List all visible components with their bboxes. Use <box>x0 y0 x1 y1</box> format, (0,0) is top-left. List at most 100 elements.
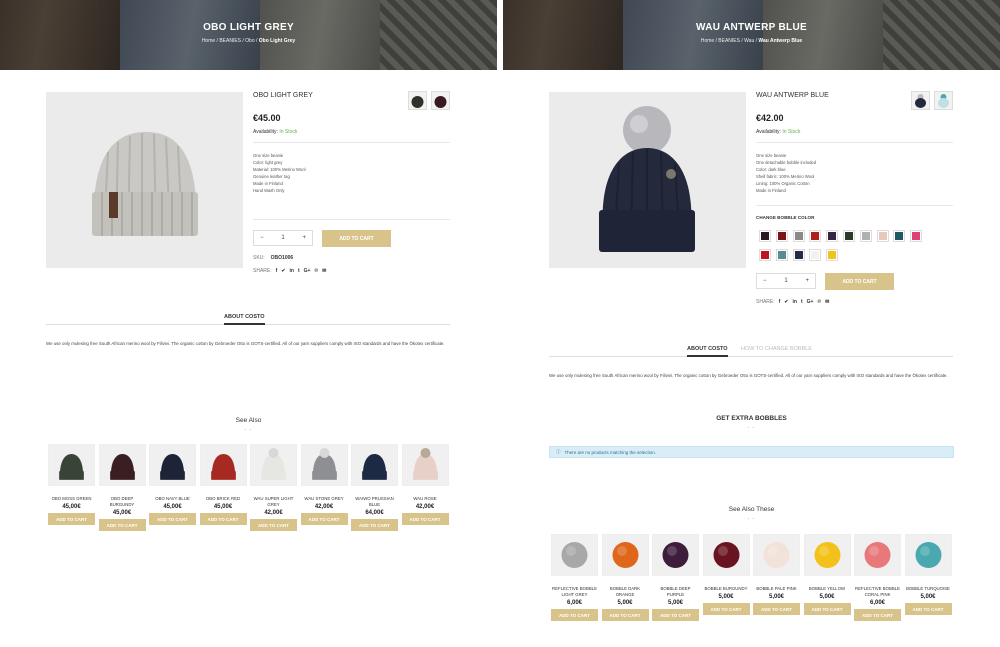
product-card[interactable]: REFLECTIVE BOBBLE CORAL PINK 6,00€ ADD TO … <box>854 534 901 621</box>
product-card-name[interactable]: OBO BRICK RED <box>200 496 247 502</box>
product-card[interactable]: BOBBLE YELLOW 5,00€ ADD TO CART <box>803 534 851 615</box>
bobble-color-swatch[interactable] <box>775 230 788 242</box>
bobble-color-swatch[interactable] <box>759 249 771 261</box>
product-card[interactable]: BOBBLE PALE PINK 5,00€ ADD TO CART <box>753 534 800 615</box>
product-card[interactable]: WAU SUPER LIGHT GREY 42,00€ ADD TO CART <box>250 444 297 531</box>
product-card-image[interactable] <box>199 444 247 486</box>
email-icon[interactable]: ✉ <box>825 299 829 305</box>
product-card-name[interactable]: REFLECTIVE BOBBLE CORAL PINK <box>854 586 901 598</box>
bobble-color-swatch[interactable] <box>843 230 855 242</box>
product-card-image[interactable] <box>250 444 297 486</box>
bobble-color-swatch[interactable] <box>809 249 822 261</box>
product-card[interactable]: OBO NAVY BLUE 45,00€ ADD TO CART <box>149 444 196 525</box>
product-card-image[interactable] <box>48 444 95 486</box>
bobble-color-swatch[interactable] <box>859 230 872 242</box>
quantity-stepper[interactable]: − 1 + <box>756 273 816 289</box>
tumblr-icon[interactable]: t <box>298 268 300 274</box>
bobble-color-swatch[interactable] <box>876 230 889 242</box>
product-card[interactable]: BOBBLE DEEP PURPLE 5,00€ ADD TO CART <box>652 534 699 621</box>
email-icon[interactable]: ✉ <box>322 268 326 274</box>
pinterest-icon[interactable]: ℗ <box>817 299 821 305</box>
add-to-cart-button[interactable]: ADD TO CART <box>48 513 95 525</box>
product-card-image[interactable] <box>652 534 699 576</box>
add-to-cart-button[interactable]: ADD TO CART <box>401 513 449 525</box>
bobble-color-swatch[interactable] <box>910 230 923 242</box>
add-to-cart-button[interactable]: ADD TO CART <box>753 603 800 615</box>
product-card-name[interactable]: WAU ROSE <box>402 496 449 502</box>
bobble-color-swatch[interactable] <box>809 230 822 242</box>
product-card[interactable]: OBO MOSS GREEN 45,00€ ADD TO CART <box>48 444 95 525</box>
add-to-cart-button[interactable]: ADD TO CART <box>98 519 146 531</box>
add-to-cart-button[interactable]: ADD TO CART <box>854 609 901 621</box>
add-to-cart-button[interactable]: ADD TO CART <box>601 609 649 621</box>
product-card-name[interactable]: WAU SUPER LIGHT GREY <box>250 496 297 508</box>
product-image[interactable] <box>46 92 243 268</box>
product-card-image[interactable] <box>401 444 449 486</box>
bobble-color-swatch[interactable] <box>759 230 771 242</box>
product-card-image[interactable] <box>601 534 649 576</box>
product-card[interactable]: WAU STONE GREY 42,00€ ADD TO CART <box>300 444 348 525</box>
quantity-value[interactable]: 1 <box>784 278 787 284</box>
add-to-cart-button[interactable]: ADD TO CART <box>702 603 750 615</box>
product-card-name[interactable]: REFLECTIVE BOBBLE LIGHT GREY <box>551 586 598 598</box>
tab-about-costo[interactable]: ABOUT COSTO <box>687 343 728 357</box>
quantity-stepper[interactable]: − 1 + <box>253 230 313 246</box>
add-to-cart-button[interactable]: ADD TO CART <box>199 513 247 525</box>
breadcrumb[interactable]: Home / BEANIES / Wau / Wau Antwerp Blue <box>503 38 1000 44</box>
linkedin-icon[interactable]: in <box>290 268 294 274</box>
product-card-name[interactable]: WAIWO PRUSSIAN BLUE <box>351 496 398 508</box>
add-to-cart-button[interactable]: ADD TO CART <box>904 603 952 615</box>
minus-icon[interactable]: − <box>763 278 767 284</box>
add-to-cart-button[interactable]: ADD TO CART <box>351 519 398 531</box>
quantity-value[interactable]: 1 <box>281 235 284 241</box>
tab-how-to-change-bobble[interactable]: HOW TO CHANGE BOBBLE <box>741 343 812 357</box>
google-plus-icon[interactable]: G+ <box>304 268 311 274</box>
minus-icon[interactable]: − <box>260 235 264 241</box>
thumbnail-dark-blue[interactable] <box>911 91 930 110</box>
thumbnail-dark-green[interactable] <box>408 91 427 110</box>
twitter-icon[interactable]: ✔ <box>281 268 285 274</box>
add-to-cart-button[interactable]: ADD TO CART <box>551 609 598 621</box>
product-card[interactable]: WAU ROSE 42,00€ ADD TO CART <box>401 444 449 525</box>
bobble-color-swatch[interactable] <box>792 249 805 261</box>
thumbnail-burgundy[interactable] <box>431 91 450 110</box>
product-card-name[interactable]: BOBBLE DARK ORANGE <box>602 586 649 598</box>
product-card-name[interactable]: BOBBLE BURGUNDY <box>703 586 750 592</box>
product-card[interactable]: BOBBLE TURQUOISE 5,00€ ADD TO CART <box>904 534 952 615</box>
product-card[interactable]: WAIWO PRUSSIAN BLUE 64,00€ ADD TO CART <box>351 444 398 531</box>
bobble-color-swatch[interactable] <box>792 230 805 242</box>
product-card-image[interactable] <box>753 534 800 576</box>
product-card-image[interactable] <box>904 534 952 576</box>
product-card[interactable]: REFLECTIVE BOBBLE LIGHT GREY 6,00€ ADD TO … <box>551 534 598 621</box>
tab-about-costo[interactable]: ABOUT COSTO <box>224 311 265 325</box>
breadcrumb[interactable]: Home / BEANIES / Obo / Obo Light Grey <box>0 38 497 44</box>
add-to-cart-button[interactable]: ADD TO CART <box>322 230 391 247</box>
bobble-color-swatch[interactable] <box>893 230 906 242</box>
google-plus-icon[interactable]: G+ <box>807 299 814 305</box>
product-card-name[interactable]: BOBBLE DEEP PURPLE <box>652 586 699 598</box>
product-card-name[interactable]: BOBBLE PALE PINK <box>753 586 800 592</box>
tumblr-icon[interactable]: t <box>801 299 803 305</box>
product-card-name[interactable]: WAU STONE GREY <box>301 496 348 502</box>
product-card-image[interactable] <box>149 444 196 486</box>
pinterest-icon[interactable]: ℗ <box>314 268 318 274</box>
product-card-name[interactable]: OBO DEEP BURGUNDY <box>99 496 146 508</box>
bobble-color-swatch[interactable] <box>826 230 839 242</box>
bobble-color-swatch[interactable] <box>826 249 839 261</box>
twitter-icon[interactable]: ✔ <box>784 299 788 305</box>
add-to-cart-button[interactable]: ADD TO CART <box>300 513 348 525</box>
product-card-image[interactable] <box>351 444 398 486</box>
add-to-cart-button[interactable]: ADD TO CART <box>149 513 196 525</box>
product-card[interactable]: BOBBLE BURGUNDY 5,00€ ADD TO CART <box>702 534 750 615</box>
product-card-image[interactable] <box>300 444 348 486</box>
add-to-cart-button[interactable]: ADD TO CART <box>803 603 851 615</box>
add-to-cart-button[interactable]: ADD TO CART <box>825 273 894 290</box>
add-to-cart-button[interactable]: ADD TO CART <box>652 609 699 621</box>
plus-icon[interactable]: + <box>805 278 809 284</box>
product-card-name[interactable]: BOBBLE YELLOW <box>804 586 851 592</box>
product-card[interactable]: OBO DEEP BURGUNDY 45,00€ ADD TO CART <box>98 444 146 531</box>
product-card[interactable]: OBO BRICK RED 45,00€ ADD TO CART <box>199 444 247 525</box>
thumbnail-turquoise[interactable] <box>934 91 953 110</box>
linkedin-icon[interactable]: in <box>793 299 797 305</box>
bobble-color-swatch[interactable] <box>775 249 788 261</box>
